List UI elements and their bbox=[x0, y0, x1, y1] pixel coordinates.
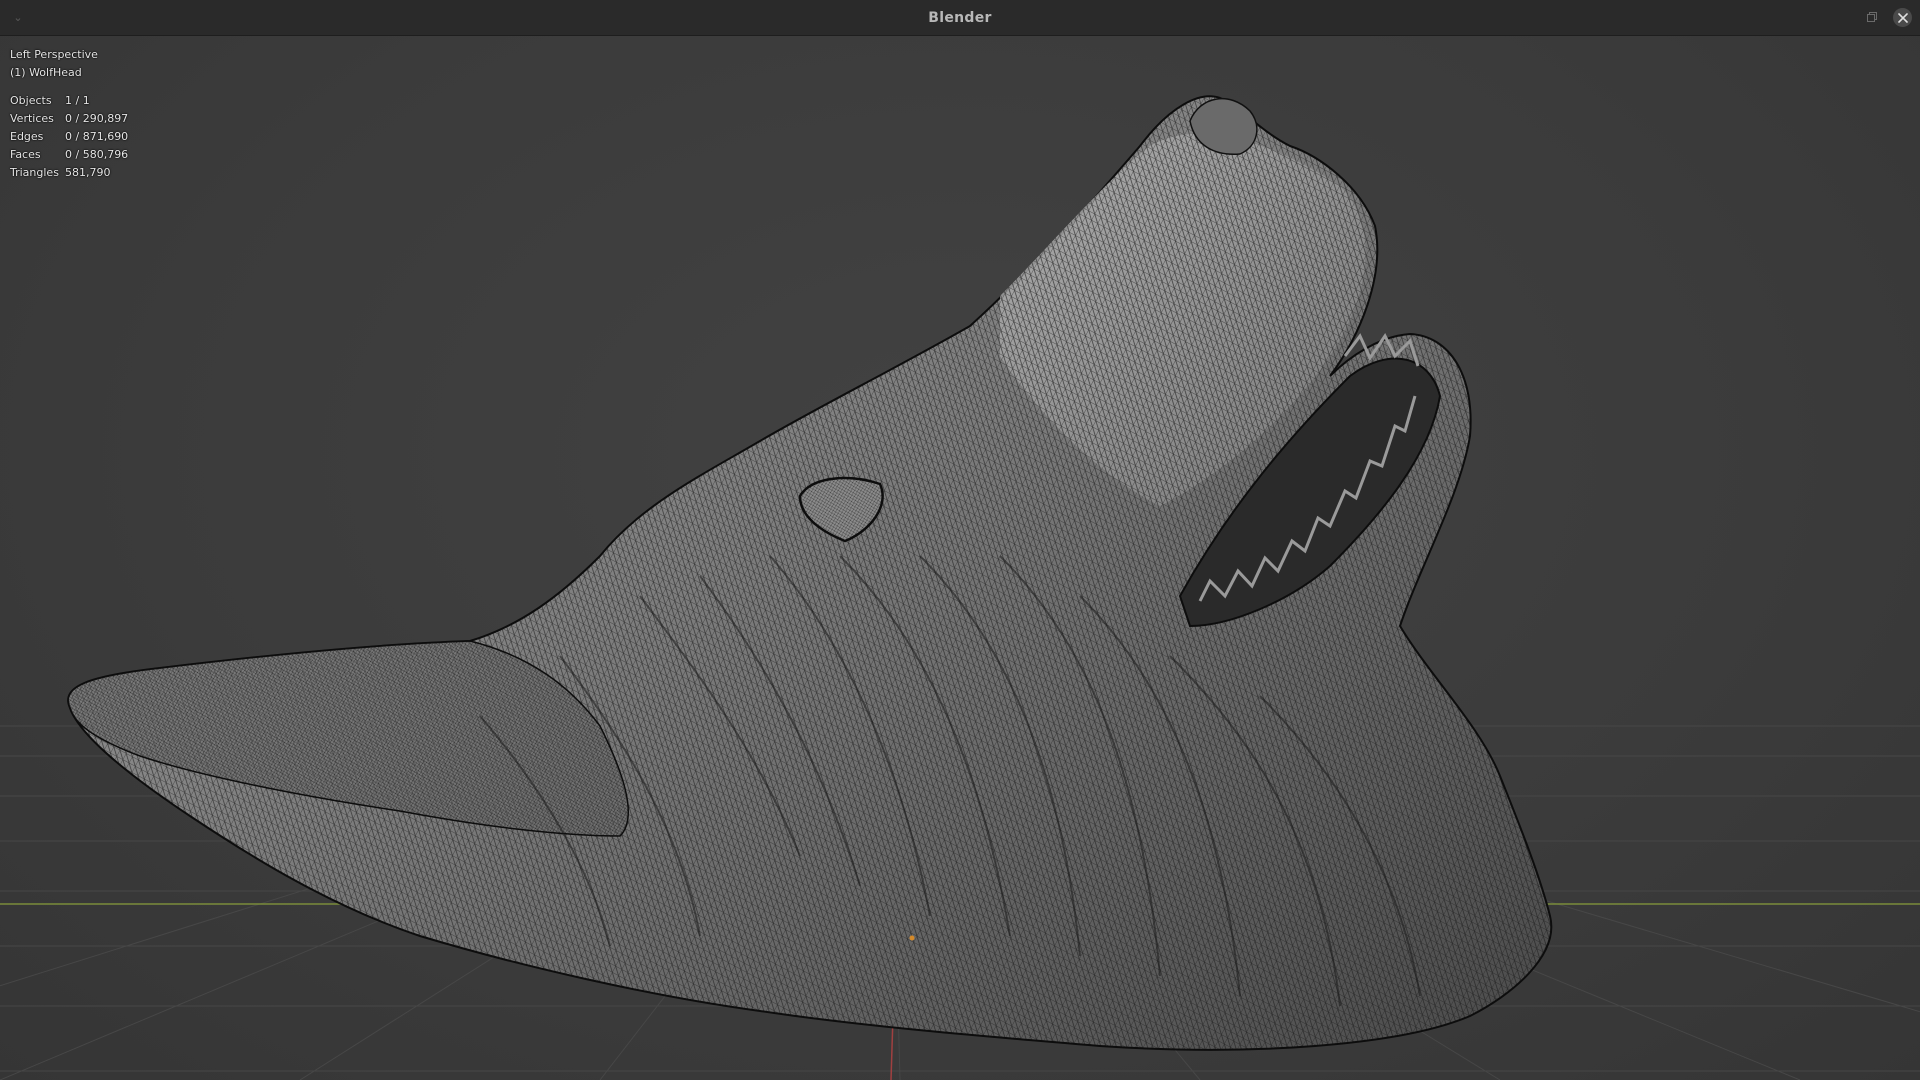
3d-viewport[interactable]: Left Perspective (1) WolfHead Objects 1 … bbox=[0, 36, 1920, 1080]
scene-statistics: Objects 1 / 1 Vertices 0 / 290,897 Edges… bbox=[10, 92, 128, 182]
stat-label: Faces bbox=[10, 148, 41, 161]
stat-label: Edges bbox=[10, 130, 44, 143]
stat-value: 0 / 871,690 bbox=[65, 130, 129, 143]
stat-label: Triangles bbox=[10, 166, 59, 179]
viewport-info-overlay: Left Perspective (1) WolfHead Objects 1 … bbox=[10, 46, 128, 182]
stat-label: Objects bbox=[10, 94, 52, 107]
active-object-name: (1) WolfHead bbox=[10, 66, 82, 79]
stat-row-edges: Edges 0 / 871,690 bbox=[10, 128, 128, 146]
stat-value: 581,790 bbox=[65, 166, 111, 179]
chevron-down-icon[interactable]: ⌄ bbox=[10, 10, 26, 26]
stat-row-triangles: Triangles 581,790 bbox=[10, 164, 128, 182]
window-title: Blender bbox=[928, 9, 992, 26]
stat-row-faces: Faces 0 / 580,796 bbox=[10, 146, 128, 164]
stat-value: 0 / 290,897 bbox=[65, 112, 129, 125]
restore-window-icon[interactable] bbox=[1864, 9, 1880, 25]
stat-value: 1 / 1 bbox=[65, 94, 90, 107]
close-button[interactable] bbox=[1893, 8, 1912, 27]
wolf-head-mesh bbox=[67, 95, 1553, 1051]
view-name: Left Perspective bbox=[10, 48, 98, 61]
viewport-scene bbox=[0, 95, 1920, 1080]
stat-label: Vertices bbox=[10, 112, 54, 125]
close-icon bbox=[1897, 12, 1908, 23]
stat-row-objects: Objects 1 / 1 bbox=[10, 92, 128, 110]
window-titlebar[interactable]: ⌄ Blender bbox=[0, 0, 1920, 36]
stat-row-vertices: Vertices 0 / 290,897 bbox=[10, 110, 128, 128]
stat-value: 0 / 580,796 bbox=[65, 148, 129, 161]
